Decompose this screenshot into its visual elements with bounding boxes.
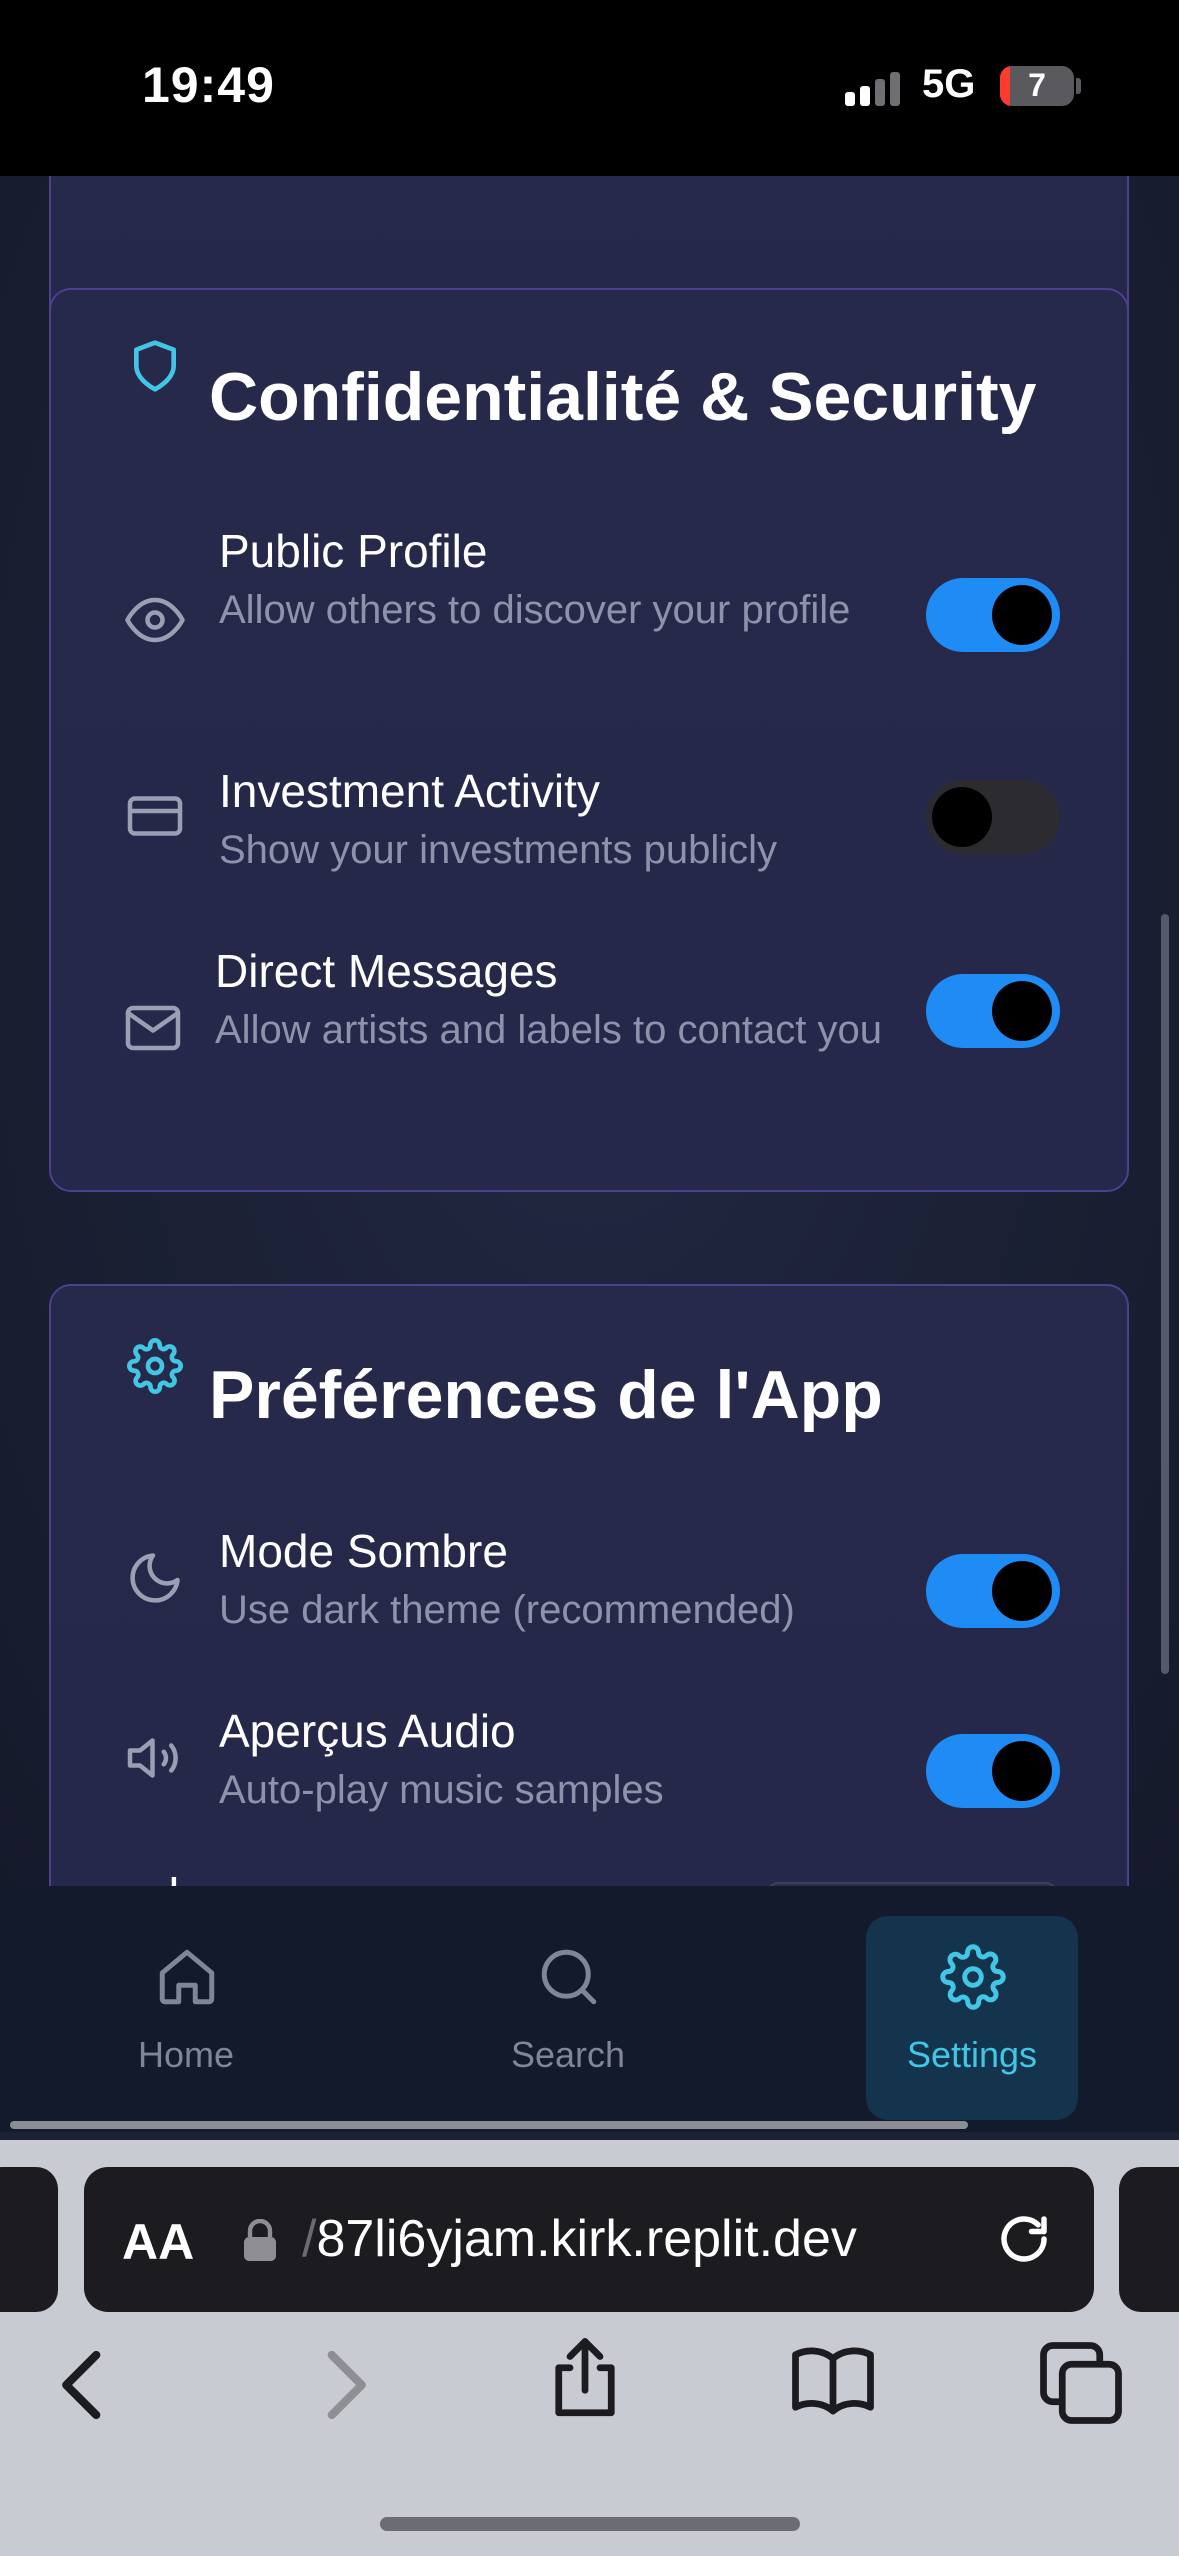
home-indicator: [380, 2517, 800, 2531]
setting-description: Allow artists and labels to contact you: [215, 1008, 883, 1052]
audio-previews-toggle[interactable]: [926, 1734, 1060, 1808]
tab-label: Settings: [906, 2034, 1038, 2075]
investment-activity-toggle[interactable]: [926, 780, 1060, 854]
text-size-button[interactable]: AA: [122, 2213, 194, 2271]
battery-level: 7: [1028, 67, 1046, 103]
setting-title: Mode Sombre: [219, 1525, 508, 1577]
status-bar: 19:49 5G 7: [0, 0, 1179, 176]
bottom-tab-bar: Home Search Settings: [0, 1886, 1179, 2132]
speaker-icon: [127, 1738, 178, 1778]
battery-nub: [1076, 78, 1081, 94]
tab-label: Search: [510, 2034, 626, 2075]
gear-icon: [940, 1944, 1006, 2010]
setting-description: Allow others to discover your profile: [219, 588, 851, 632]
cellular-signal-icon: [845, 70, 905, 106]
network-type: 5G: [922, 62, 976, 106]
setting-description: Show your investments publicly: [219, 828, 778, 872]
app-preferences-card: Préférences de l'App Mode Sombre Use dar…: [49, 1284, 1129, 1886]
browser-toolbar: AA /87li6yjam.kirk.replit.dev: [0, 2140, 1179, 2556]
screen: 19:49 5G 7 Confidentialité & Security Pu…: [0, 0, 1179, 2556]
home-icon: [159, 1949, 215, 2005]
previous-tab-preview[interactable]: [0, 2167, 58, 2312]
back-icon[interactable]: [40, 2340, 130, 2430]
tab-settings[interactable]: Settings: [866, 1916, 1078, 2120]
setting-description: Use dark theme (recommended): [219, 1588, 795, 1632]
address-bar[interactable]: AA /87li6yjam.kirk.replit.dev: [84, 2167, 1094, 2312]
url-text: /87li6yjam.kirk.replit.dev: [302, 2209, 857, 2269]
setting-title: Public Profile: [219, 525, 488, 577]
tab-search[interactable]: Search: [462, 1916, 674, 2120]
privacy-security-card: Confidentialité & Security Public Profil…: [49, 288, 1129, 1192]
tabs-icon[interactable]: [1036, 2338, 1126, 2428]
shield-icon: [134, 340, 177, 392]
setting-title: Investment Activity: [219, 765, 600, 817]
reload-icon[interactable]: [994, 2209, 1054, 2269]
share-icon[interactable]: [540, 2334, 630, 2424]
status-time: 19:49: [142, 57, 275, 113]
eye-icon: [125, 597, 185, 643]
public-profile-toggle[interactable]: [926, 578, 1060, 652]
lock-icon: [244, 2219, 276, 2261]
battery-icon: 7: [1000, 66, 1074, 106]
setting-description: Auto-play music samples: [219, 1768, 664, 1812]
dark-mode-toggle[interactable]: [926, 1554, 1060, 1628]
url-host: 87li6yjam.kirk.replit.dev: [316, 2210, 857, 2268]
settings-content[interactable]: Confidentialité & Security Public Profil…: [0, 176, 1179, 1886]
bookmarks-icon[interactable]: [788, 2336, 878, 2426]
tab-label: Home: [137, 2034, 235, 2075]
tab-home[interactable]: Home: [80, 1916, 292, 2120]
gear-icon: [127, 1338, 183, 1394]
forward-icon[interactable]: [298, 2340, 388, 2430]
moon-icon: [130, 1553, 180, 1603]
partial-setting-label: L: [168, 1866, 194, 1886]
setting-title: Aperçus Audio: [219, 1705, 516, 1757]
direct-messages-toggle[interactable]: [926, 974, 1060, 1048]
mail-icon: [125, 1005, 181, 1051]
url-fade: /: [302, 2210, 317, 2268]
section-title-privacy: Confidentialité & Security: [209, 359, 1037, 435]
next-tab-preview[interactable]: [1119, 2167, 1179, 2312]
horizontal-scrollbar: [10, 2121, 968, 2129]
scrollbar[interactable]: [1161, 914, 1169, 1674]
credit-card-icon: [127, 796, 183, 836]
search-icon: [541, 1949, 597, 2005]
setting-title: Direct Messages: [215, 945, 558, 997]
section-title-preferences: Préférences de l'App: [209, 1357, 883, 1433]
